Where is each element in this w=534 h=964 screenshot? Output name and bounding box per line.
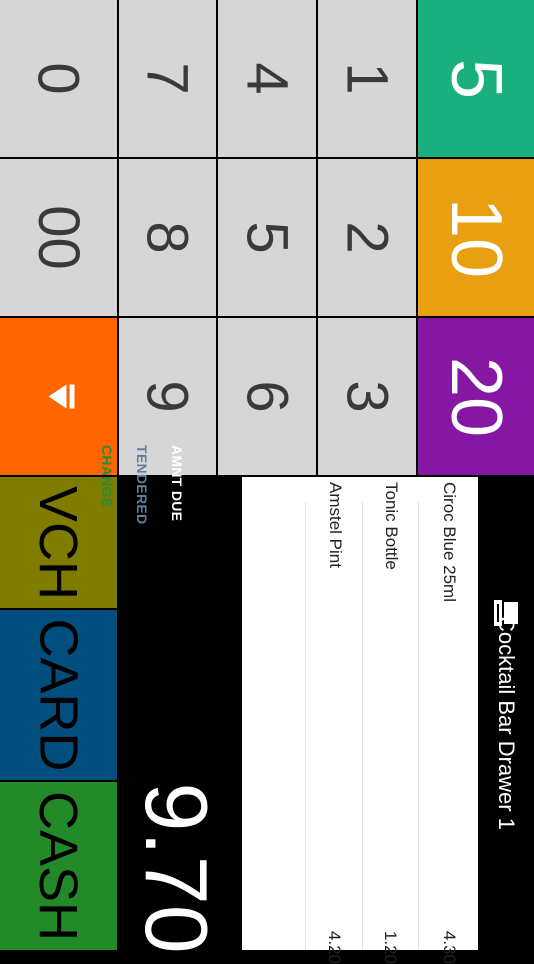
quick-10-label: 10 (436, 197, 516, 278)
item-name: Ciroc Blue 25ml (440, 482, 459, 602)
key-0-label: 0 (25, 62, 91, 95)
item-price: 4.20 (325, 930, 344, 964)
voucher-label: VCH (28, 485, 89, 600)
key-00-label: 00 (25, 205, 91, 270)
card-button[interactable]: CARD (0, 610, 117, 780)
enter-icon (40, 382, 77, 412)
cash-label: CASH (28, 790, 89, 942)
quick-20-button[interactable]: 20 (418, 318, 534, 475)
cash-button[interactable]: CASH (0, 782, 117, 950)
list-item[interactable]: Amstel Pint 4.20 (306, 477, 362, 964)
list-item[interactable]: Tonic Bottle 1.20 (363, 477, 418, 964)
card-label: CARD (28, 618, 89, 772)
list-item[interactable]: Ciroc Blue 25ml 4.30 (420, 477, 478, 964)
key-3[interactable]: 3 (318, 318, 416, 475)
item-name: Amstel Pint (326, 482, 345, 568)
key-6-label: 6 (234, 380, 300, 413)
key-6[interactable]: 6 (218, 318, 316, 475)
key-8-label: 8 (134, 221, 200, 254)
header-bar: Cocktail Bar Drawer 1 (478, 477, 534, 950)
key-7-label: 7 (134, 62, 200, 95)
quick-10-button[interactable]: 10 (418, 159, 534, 316)
key-0[interactable]: 0 (0, 0, 117, 157)
quick-5-button[interactable]: 5 (418, 0, 534, 157)
item-price: 4.30 (440, 930, 459, 964)
key-3-label: 3 (334, 380, 400, 413)
item-name: Tonic Bottle (382, 482, 401, 570)
amount-due-value: 9.70 (127, 782, 226, 954)
tendered-label: TENDERED (134, 445, 150, 525)
key-5[interactable]: 5 (218, 159, 316, 316)
key-5-label: 5 (234, 221, 300, 254)
order-list: Ciroc Blue 25ml 4.30 Tonic Bottle 1.20 A… (242, 477, 478, 964)
key-4[interactable]: 4 (218, 0, 316, 157)
amount-due-label: AMNT DUE (169, 445, 185, 522)
row-divider (418, 502, 419, 950)
key-8[interactable]: 8 (119, 159, 216, 316)
key-2-label: 2 (334, 221, 400, 254)
quick-5-label: 5 (435, 58, 516, 99)
quick-20-label: 20 (436, 356, 516, 437)
key-00[interactable]: 00 (0, 159, 117, 316)
key-1-label: 1 (334, 62, 400, 95)
key-9-label: 9 (134, 380, 200, 413)
key-7[interactable]: 7 (119, 0, 216, 157)
item-price: 1.20 (381, 930, 400, 964)
key-4-label: 4 (234, 62, 300, 95)
key-1[interactable]: 1 (318, 0, 416, 157)
key-2[interactable]: 2 (318, 159, 416, 316)
change-label: CHANGE (99, 445, 115, 508)
totals-panel: AMNT DUE TENDERED CHANGE 9.70 (99, 445, 242, 954)
page-title: Cocktail Bar Drawer 1 (494, 616, 519, 830)
